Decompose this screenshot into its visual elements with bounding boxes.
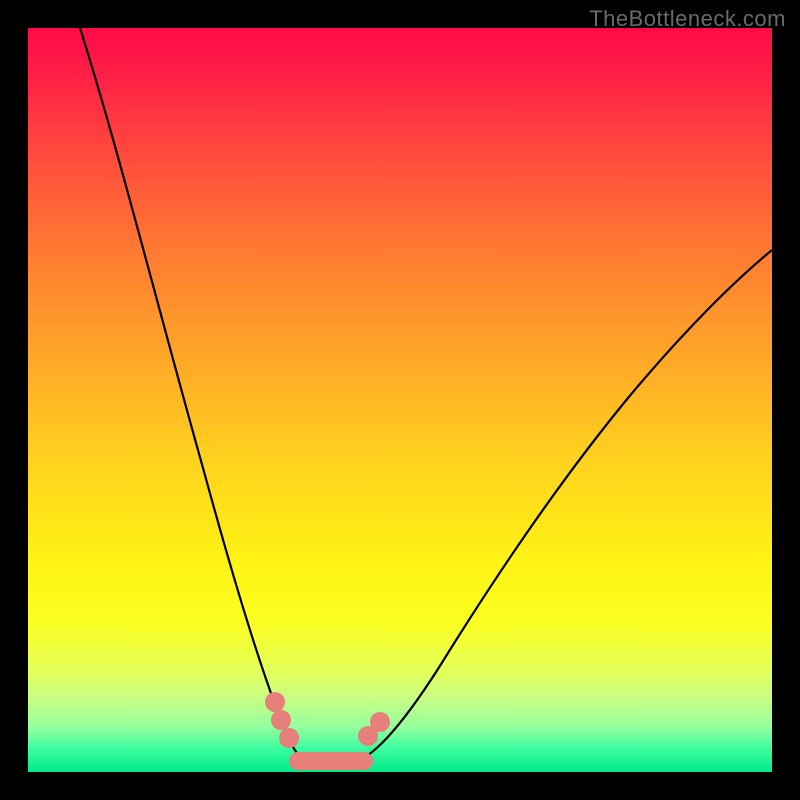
marker-dot	[271, 710, 291, 730]
marker-group	[265, 692, 390, 761]
marker-dot	[370, 712, 390, 732]
chart-plot-area	[28, 28, 772, 772]
chart-svg	[28, 28, 772, 772]
curve-right-branch	[360, 250, 772, 760]
marker-dot	[265, 692, 285, 712]
marker-dot	[279, 728, 299, 748]
watermark-text: TheBottleneck.com	[589, 6, 786, 32]
curve-left-branch	[80, 28, 304, 760]
